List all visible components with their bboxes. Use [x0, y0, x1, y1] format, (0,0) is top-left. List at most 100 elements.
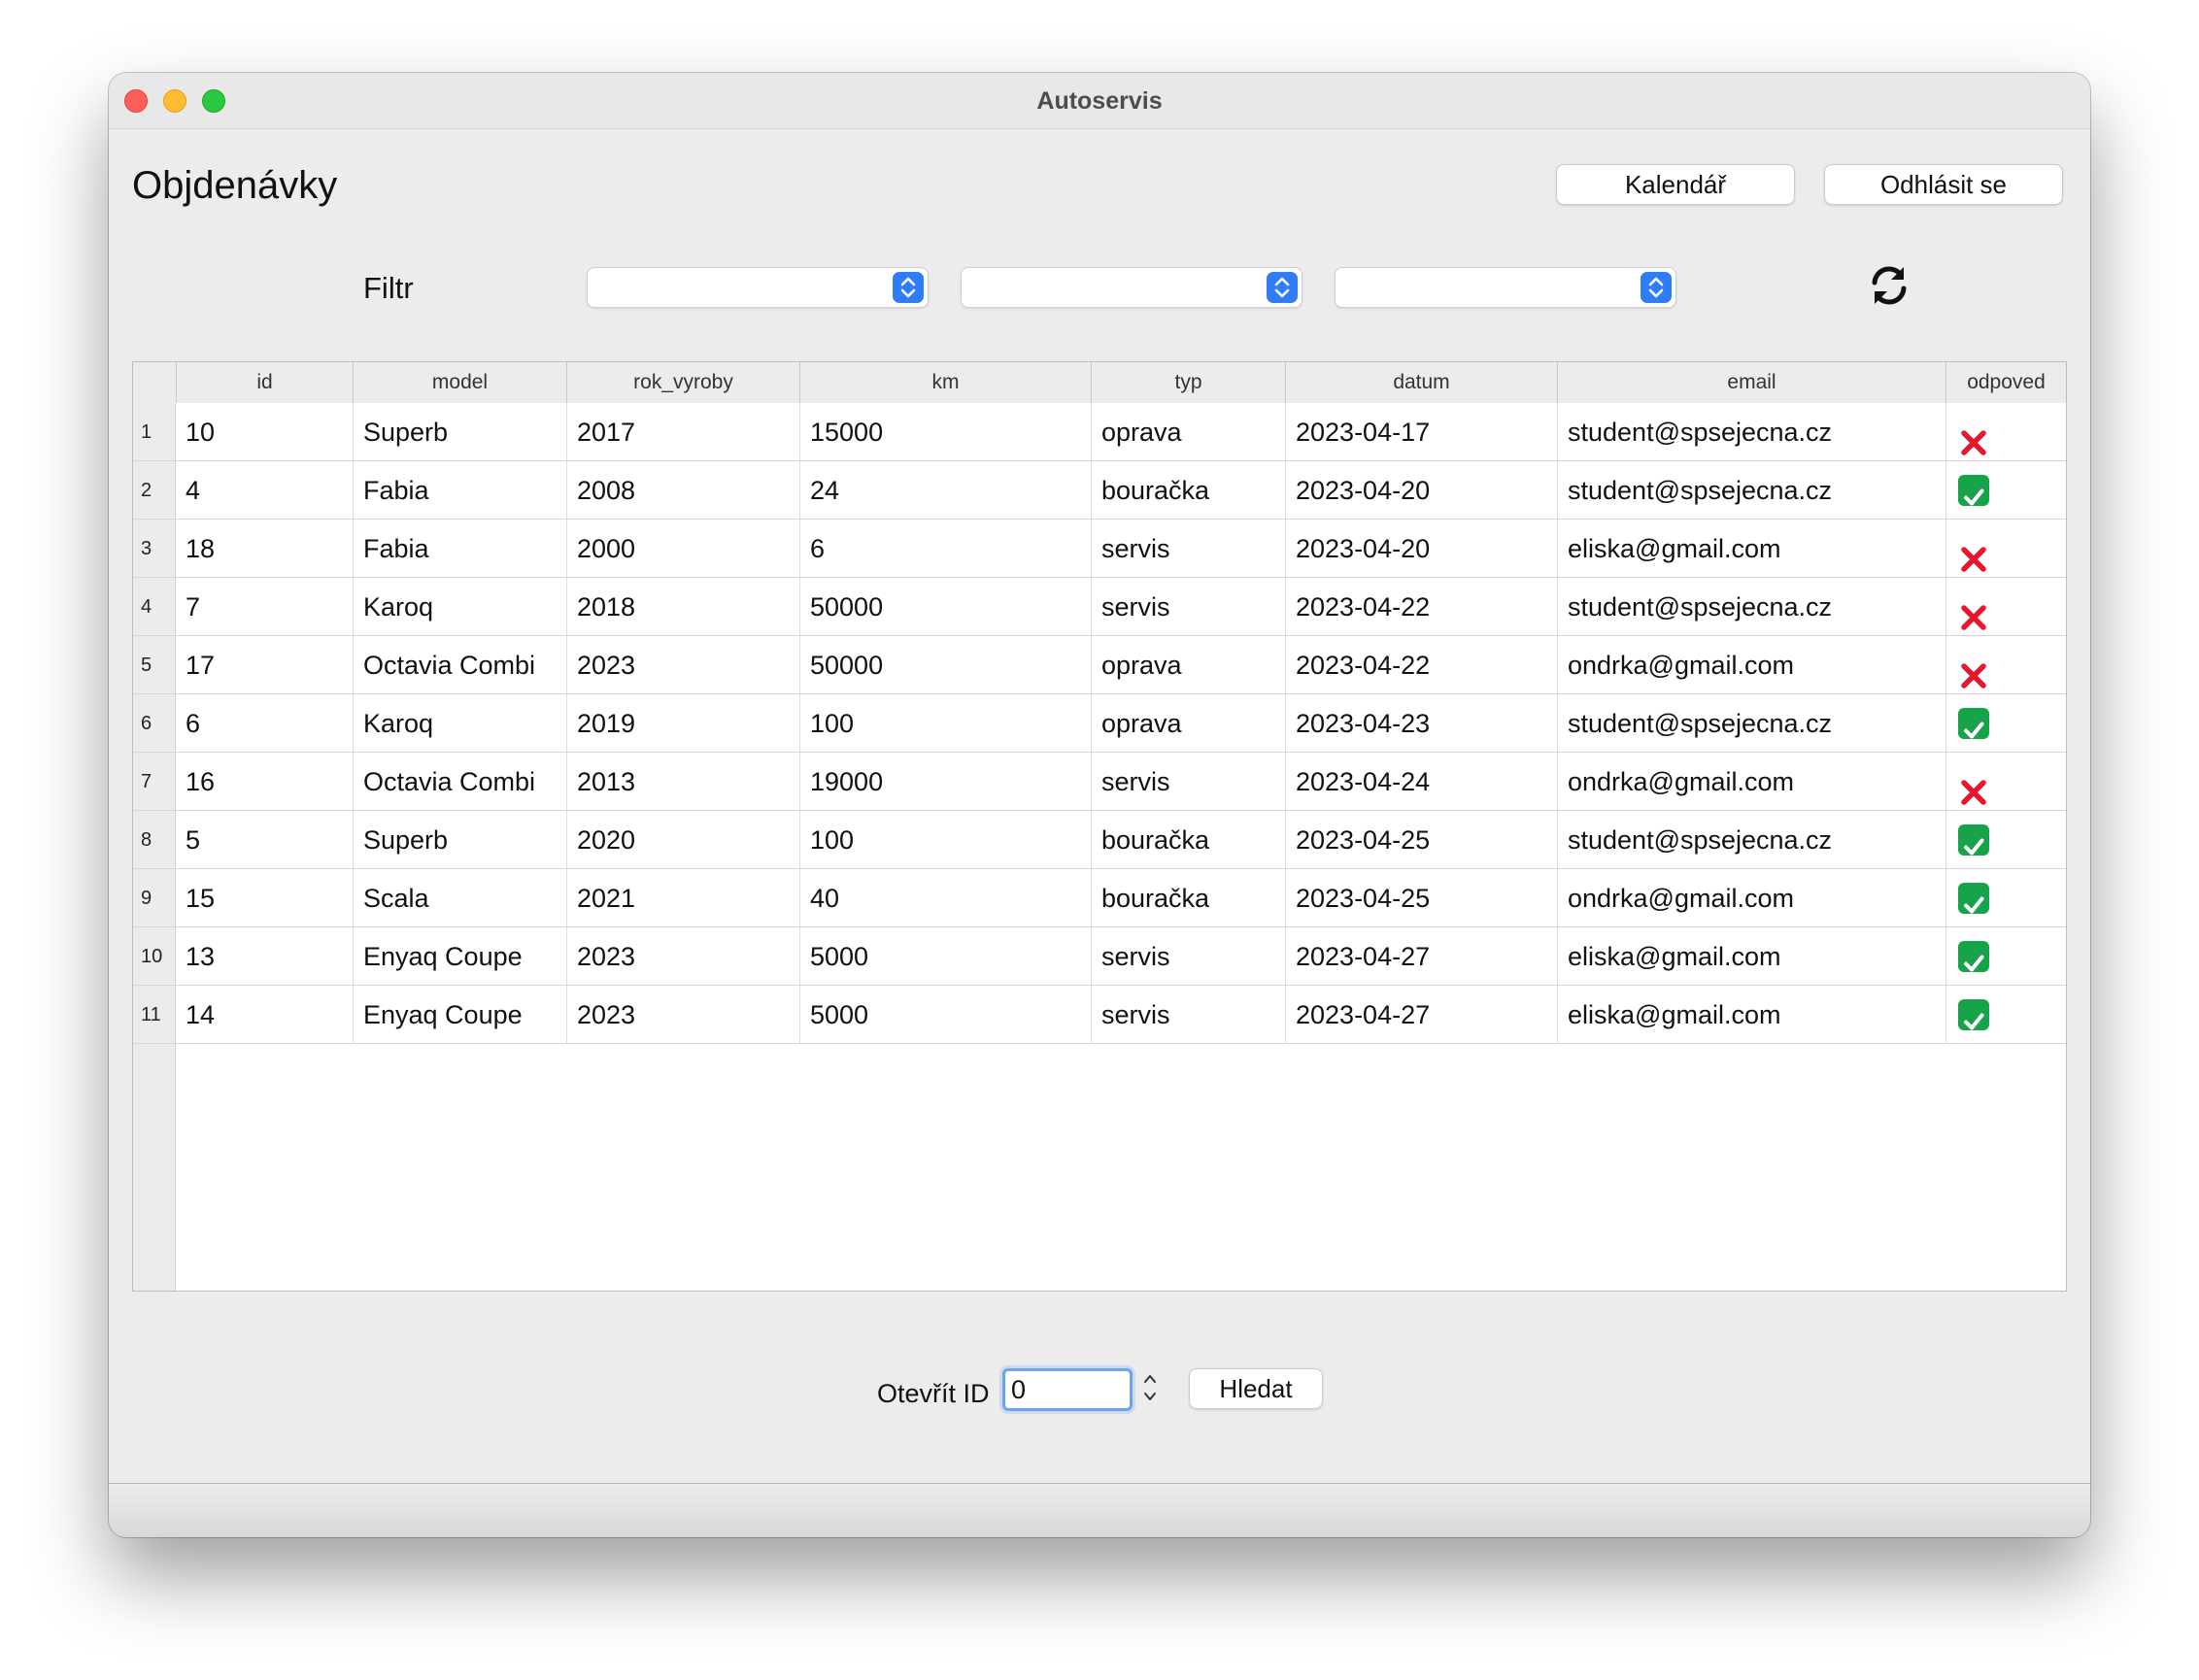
table-row[interactable]: 17 Octavia Combi 2023 50000 oprava 2023-04-22…: [176, 636, 2066, 694]
cell-km[interactable]: 5000: [799, 927, 1091, 986]
cell-id[interactable]: 10: [176, 403, 353, 461]
row-number[interactable]: 7: [133, 753, 176, 811]
cell-email[interactable]: student@spsejecna.cz: [1557, 694, 1945, 753]
cell-rok-vyroby[interactable]: 2023: [566, 927, 799, 986]
logout-button[interactable]: Odhlásit se: [1824, 164, 2063, 205]
cell-model[interactable]: Enyaq Coupe: [353, 927, 566, 986]
cell-model[interactable]: Karoq: [353, 694, 566, 753]
cell-model[interactable]: Scala: [353, 869, 566, 927]
cell-email[interactable]: student@spsejecna.cz: [1557, 461, 1945, 520]
cell-rok-vyroby[interactable]: 2013: [566, 753, 799, 811]
filter-select-2[interactable]: [961, 267, 1302, 308]
cell-datum[interactable]: 2023-04-23: [1285, 694, 1557, 753]
row-number[interactable]: 1: [133, 403, 176, 461]
refresh-icon[interactable]: [1865, 261, 1913, 310]
cell-email[interactable]: ondrka@gmail.com: [1557, 753, 1945, 811]
filter-select-3[interactable]: [1335, 267, 1676, 308]
cell-typ[interactable]: oprava: [1091, 636, 1285, 694]
table-row[interactable]: 14 Enyaq Coupe 2023 5000 servis 2023-04-27 eli…: [176, 986, 2066, 1044]
cell-odpoved[interactable]: [1945, 753, 2066, 811]
cell-rok-vyroby[interactable]: 2021: [566, 869, 799, 927]
cell-odpoved[interactable]: [1945, 869, 2066, 927]
row-number[interactable]: 9: [133, 869, 176, 927]
cell-model[interactable]: Fabia: [353, 461, 566, 520]
cell-model[interactable]: Karoq: [353, 578, 566, 636]
search-button[interactable]: Hledat: [1189, 1368, 1323, 1409]
cell-datum[interactable]: 2023-04-22: [1285, 636, 1557, 694]
cell-km[interactable]: 40: [799, 869, 1091, 927]
open-id-input[interactable]: 0: [1002, 1368, 1133, 1411]
cell-email[interactable]: ondrka@gmail.com: [1557, 636, 1945, 694]
column-header-model[interactable]: model: [353, 362, 566, 403]
cell-odpoved[interactable]: [1945, 578, 2066, 636]
cell-km[interactable]: 50000: [799, 578, 1091, 636]
column-header-typ[interactable]: typ: [1091, 362, 1285, 403]
table-row[interactable]: 13 Enyaq Coupe 2023 5000 servis 2023-04-27 eli…: [176, 927, 2066, 986]
cell-id[interactable]: 18: [176, 520, 353, 578]
cell-typ[interactable]: servis: [1091, 927, 1285, 986]
row-number[interactable]: 3: [133, 520, 176, 578]
cell-km[interactable]: 100: [799, 811, 1091, 869]
row-number[interactable]: 11: [133, 986, 176, 1044]
cell-email[interactable]: eliska@gmail.com: [1557, 986, 1945, 1044]
filter-select-1[interactable]: [587, 267, 929, 308]
cell-datum[interactable]: 2023-04-20: [1285, 461, 1557, 520]
cell-id[interactable]: 14: [176, 986, 353, 1044]
cell-typ[interactable]: bouračka: [1091, 811, 1285, 869]
cell-odpoved[interactable]: [1945, 986, 2066, 1044]
cell-rok-vyroby[interactable]: 2008: [566, 461, 799, 520]
cell-id[interactable]: 4: [176, 461, 353, 520]
cell-id[interactable]: 7: [176, 578, 353, 636]
table-row[interactable]: 7 Karoq 2018 50000 servis 2023-04-22 student@s…: [176, 578, 2066, 636]
cell-datum[interactable]: 2023-04-17: [1285, 403, 1557, 461]
cell-model[interactable]: Octavia Combi: [353, 636, 566, 694]
row-number[interactable]: 10: [133, 927, 176, 986]
cell-datum[interactable]: 2023-04-27: [1285, 986, 1557, 1044]
cell-rok-vyroby[interactable]: 2017: [566, 403, 799, 461]
table-row[interactable]: 10 Superb 2017 15000 oprava 2023-04-17 student…: [176, 403, 2066, 461]
cell-typ[interactable]: bouračka: [1091, 869, 1285, 927]
cell-id[interactable]: 15: [176, 869, 353, 927]
cell-datum[interactable]: 2023-04-22: [1285, 578, 1557, 636]
table-row[interactable]: 18 Fabia 2000 6 servis 2023-04-20 eliska@gmail…: [176, 520, 2066, 578]
cell-datum[interactable]: 2023-04-25: [1285, 811, 1557, 869]
cell-odpoved[interactable]: [1945, 520, 2066, 578]
cell-rok-vyroby[interactable]: 2018: [566, 578, 799, 636]
cell-odpoved[interactable]: [1945, 636, 2066, 694]
cell-model[interactable]: Enyaq Coupe: [353, 986, 566, 1044]
cell-typ[interactable]: servis: [1091, 986, 1285, 1044]
cell-datum[interactable]: 2023-04-25: [1285, 869, 1557, 927]
column-header-datum[interactable]: datum: [1285, 362, 1557, 403]
cell-typ[interactable]: servis: [1091, 578, 1285, 636]
cell-km[interactable]: 100: [799, 694, 1091, 753]
stepper-arrows-icon[interactable]: [1138, 1366, 1162, 1409]
cell-id[interactable]: 17: [176, 636, 353, 694]
cell-email[interactable]: student@spsejecna.cz: [1557, 811, 1945, 869]
cell-id[interactable]: 13: [176, 927, 353, 986]
table-row[interactable]: 6 Karoq 2019 100 oprava 2023-04-23 student@sps…: [176, 694, 2066, 753]
cell-typ[interactable]: servis: [1091, 753, 1285, 811]
cell-datum[interactable]: 2023-04-24: [1285, 753, 1557, 811]
table-row[interactable]: 16 Octavia Combi 2013 19000 servis 2023-04-24…: [176, 753, 2066, 811]
cell-model[interactable]: Octavia Combi: [353, 753, 566, 811]
column-header-km[interactable]: km: [799, 362, 1091, 403]
table-row[interactable]: 4 Fabia 2008 24 bouračka 2023-04-20 student@sp…: [176, 461, 2066, 520]
table-row[interactable]: 15 Scala 2021 40 bouračka 2023-04-25 ondrka@gm…: [176, 869, 2066, 927]
column-header-rok-vyroby[interactable]: rok_vyroby: [566, 362, 799, 403]
cell-id[interactable]: 6: [176, 694, 353, 753]
column-header-id[interactable]: id: [176, 362, 353, 403]
cell-model[interactable]: Fabia: [353, 520, 566, 578]
cell-email[interactable]: eliska@gmail.com: [1557, 520, 1945, 578]
cell-km[interactable]: 24: [799, 461, 1091, 520]
cell-rok-vyroby[interactable]: 2019: [566, 694, 799, 753]
cell-typ[interactable]: oprava: [1091, 694, 1285, 753]
column-header-email[interactable]: email: [1557, 362, 1945, 403]
row-number[interactable]: 2: [133, 461, 176, 520]
cell-odpoved[interactable]: [1945, 694, 2066, 753]
cell-email[interactable]: student@spsejecna.cz: [1557, 403, 1945, 461]
cell-datum[interactable]: 2023-04-27: [1285, 927, 1557, 986]
cell-rok-vyroby[interactable]: 2020: [566, 811, 799, 869]
cell-id[interactable]: 16: [176, 753, 353, 811]
cell-email[interactable]: ondrka@gmail.com: [1557, 869, 1945, 927]
cell-rok-vyroby[interactable]: 2023: [566, 636, 799, 694]
